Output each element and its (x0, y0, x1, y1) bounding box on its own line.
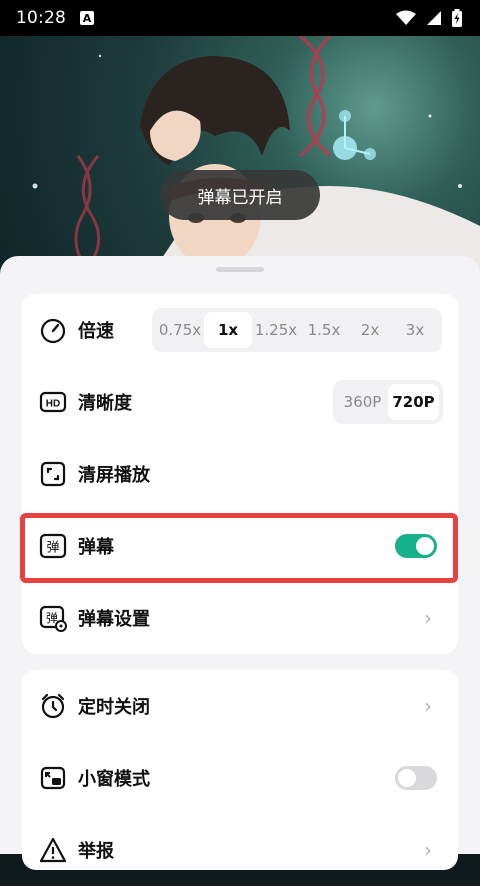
mini-window-icon (40, 766, 66, 790)
status-time: 10:28 (16, 8, 66, 28)
sheet-drag-handle[interactable] (216, 267, 264, 272)
hd-icon: HD (39, 391, 67, 413)
toggle-knob (398, 769, 416, 787)
danmaku-settings-row[interactable]: 弹 弹幕设置 › (22, 582, 458, 654)
quality-option-720p[interactable]: 720P (388, 384, 439, 420)
danmaku-row[interactable]: 弹 弹幕 (22, 510, 458, 582)
danmaku-settings-icon: 弹 (39, 605, 67, 632)
danmaku-settings-label: 弹幕设置 (78, 609, 150, 630)
mini-window-label: 小窗模式 (78, 769, 150, 790)
speed-option-3x[interactable]: 3x (392, 312, 438, 348)
chevron-right-icon: › (424, 606, 432, 630)
danmaku-toggle[interactable] (395, 534, 437, 558)
notification-badge: A (80, 11, 94, 25)
speed-selector: 0.75x 1x 1.25x 1.5x 2x 3x (152, 308, 442, 352)
report-label: 举报 (78, 841, 114, 862)
playback-settings-card: 倍速 0.75x 1x 1.25x 1.5x 2x 3x HD 清晰度 360P… (22, 294, 458, 654)
clear-screen-icon (40, 461, 66, 487)
clear-screen-row[interactable]: 清屏播放 (22, 438, 458, 510)
battery-charging-icon (452, 9, 462, 27)
speed-gauge-icon (40, 318, 66, 344)
status-bar: 10:28 A (0, 0, 480, 36)
quality-option-360p[interactable]: 360P (337, 384, 388, 420)
mini-window-row[interactable]: 小窗模式 (22, 742, 458, 814)
video-player[interactable]: 弹幕已开启 (0, 36, 480, 276)
other-settings-card: 定时关闭 › 小窗模式 举报 › (22, 670, 458, 870)
speed-option-1.5x[interactable]: 1.5x (300, 312, 348, 348)
speed-option-0.75x[interactable]: 0.75x (156, 312, 204, 348)
video-frame-illustration (32, 36, 480, 276)
danmaku-toast: 弹幕已开启 (160, 170, 320, 220)
signal-icon (427, 11, 441, 25)
svg-text:HD: HD (46, 399, 60, 410)
timer-close-label: 定时关闭 (78, 697, 150, 718)
mini-window-toggle[interactable] (395, 766, 437, 790)
toggle-knob (416, 537, 434, 555)
alarm-clock-icon (41, 693, 65, 719)
chevron-right-icon: › (424, 694, 432, 718)
speed-option-1x[interactable]: 1x (204, 312, 252, 348)
clear-screen-label: 清屏播放 (78, 465, 150, 486)
speed-label: 倍速 (78, 321, 114, 342)
speed-row: 倍速 0.75x 1x 1.25x 1.5x 2x 3x (22, 294, 458, 366)
wifi-icon (396, 10, 416, 25)
chevron-right-icon: › (424, 838, 432, 862)
speed-option-1.25x[interactable]: 1.25x (252, 312, 300, 348)
speed-option-2x[interactable]: 2x (348, 312, 392, 348)
warning-icon (39, 837, 67, 863)
settings-sheet: 倍速 0.75x 1x 1.25x 1.5x 2x 3x HD 清晰度 360P… (0, 256, 480, 870)
quality-selector: 360P 720P (333, 380, 443, 424)
report-row[interactable]: 举报 › (22, 814, 458, 886)
quality-label: 清晰度 (78, 393, 132, 414)
timer-close-row[interactable]: 定时关闭 › (22, 670, 458, 742)
quality-row: HD 清晰度 360P 720P (22, 366, 458, 438)
danmaku-icon: 弹 (39, 533, 67, 559)
danmaku-label: 弹幕 (78, 537, 114, 558)
svg-text:弹: 弹 (46, 541, 59, 556)
